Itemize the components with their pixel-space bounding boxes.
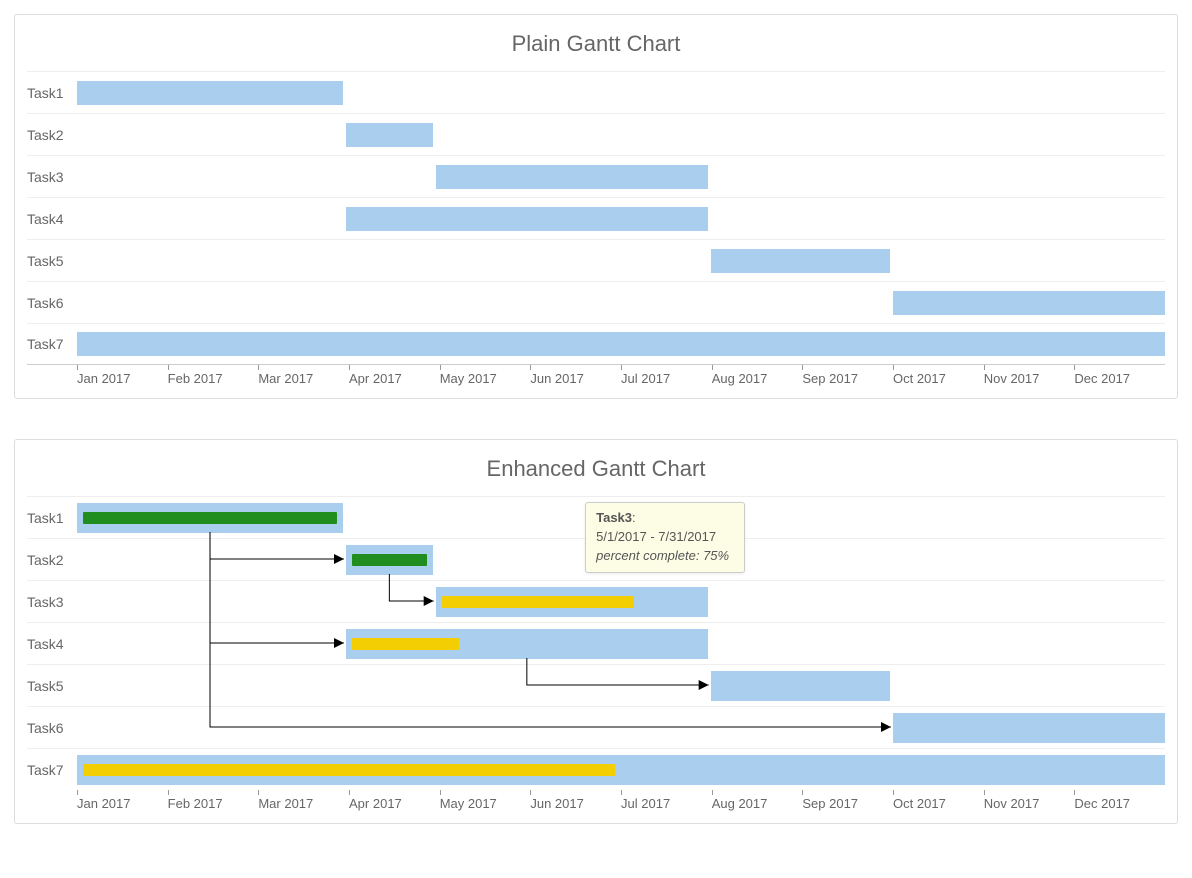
progress-bar bbox=[442, 596, 634, 608]
enhanced-gantt-panel: Enhanced Gantt Chart Task1Task2Task3Task… bbox=[14, 439, 1178, 824]
gantt-bar[interactable] bbox=[346, 123, 433, 147]
gantt-row: Task6 bbox=[27, 281, 1165, 323]
gantt-row: Task2 bbox=[27, 113, 1165, 155]
gantt-bar[interactable] bbox=[77, 81, 343, 105]
x-tick: May 2017 bbox=[440, 792, 531, 811]
progress-bar bbox=[83, 512, 337, 524]
gantt-bar[interactable] bbox=[77, 332, 1165, 356]
gantt-bar[interactable] bbox=[893, 713, 1165, 743]
x-tick: Jun 2017 bbox=[530, 367, 621, 386]
enhanced-gantt: Task1 Task2 Task3 Task4 Task5 Task6 Task7 Task3… bbox=[27, 496, 1165, 790]
x-tick: Sep 2017 bbox=[802, 367, 893, 386]
gantt-row: Task5 bbox=[27, 664, 1165, 706]
gantt-row: Task3 bbox=[27, 580, 1165, 622]
x-tick: Feb 2017 bbox=[168, 367, 259, 386]
plain-gantt-panel: Plain Gantt Chart Task1Task2Task3Task4Ta… bbox=[14, 14, 1178, 399]
progress-bar bbox=[83, 764, 615, 776]
row-label: Task3 bbox=[27, 169, 77, 185]
row-label: Task1 bbox=[27, 85, 77, 101]
row-track bbox=[77, 156, 1165, 197]
row-track bbox=[77, 282, 1165, 323]
x-tick: Aug 2017 bbox=[712, 792, 803, 811]
chart-title-enhanced: Enhanced Gantt Chart bbox=[27, 456, 1165, 482]
row-label: Task2 bbox=[27, 127, 77, 143]
gantt-bar[interactable] bbox=[436, 165, 708, 189]
row-track bbox=[77, 198, 1165, 239]
row-label: Task4 bbox=[27, 211, 77, 227]
gantt-bar[interactable] bbox=[893, 291, 1165, 315]
x-tick: Dec 2017 bbox=[1074, 367, 1165, 386]
row-track bbox=[77, 324, 1165, 364]
row-track bbox=[77, 240, 1165, 281]
row-label: Task6 bbox=[27, 295, 77, 311]
x-axis-enhanced: Jan 2017Feb 2017Mar 2017Apr 2017May 2017… bbox=[77, 792, 1165, 811]
gantt-row: Task4 bbox=[27, 622, 1165, 664]
row-track bbox=[77, 749, 1165, 790]
tooltip-range: 5/1/2017 - 7/31/2017 bbox=[596, 528, 734, 547]
gantt-bar[interactable] bbox=[711, 671, 890, 701]
gantt-row: Task6 bbox=[27, 706, 1165, 748]
row-label: Task4 bbox=[27, 636, 77, 652]
x-tick: Jul 2017 bbox=[621, 792, 712, 811]
gantt-row: Task3 bbox=[27, 155, 1165, 197]
x-tick: Oct 2017 bbox=[893, 792, 984, 811]
row-track bbox=[77, 707, 1165, 748]
gantt-bar[interactable] bbox=[711, 249, 890, 273]
gantt-row: Task7 bbox=[27, 748, 1165, 790]
row-track bbox=[77, 72, 1165, 113]
row-label: Task1 bbox=[27, 510, 77, 526]
x-tick: May 2017 bbox=[440, 367, 531, 386]
x-tick: Nov 2017 bbox=[984, 792, 1075, 811]
x-tick: Mar 2017 bbox=[258, 367, 349, 386]
plain-gantt: Task1 Task2 Task3 Task4 Task5 Task6 Task7 bbox=[27, 71, 1165, 365]
x-tick: Nov 2017 bbox=[984, 367, 1075, 386]
gantt-row: Task7 bbox=[27, 323, 1165, 365]
row-label: Task5 bbox=[27, 678, 77, 694]
gantt-row: Task5 bbox=[27, 239, 1165, 281]
x-tick: Jan 2017 bbox=[77, 792, 168, 811]
tooltip: Task3:5/1/2017 - 7/31/2017percent comple… bbox=[585, 502, 745, 573]
x-tick: Apr 2017 bbox=[349, 367, 440, 386]
row-label: Task6 bbox=[27, 720, 77, 736]
x-tick: Jan 2017 bbox=[77, 367, 168, 386]
gantt-bar[interactable] bbox=[346, 207, 708, 231]
x-tick: Oct 2017 bbox=[893, 367, 984, 386]
gantt-row: Task4 bbox=[27, 197, 1165, 239]
x-tick: Mar 2017 bbox=[258, 792, 349, 811]
x-tick: Jul 2017 bbox=[621, 367, 712, 386]
row-label: Task5 bbox=[27, 253, 77, 269]
chart-title-plain: Plain Gantt Chart bbox=[27, 31, 1165, 57]
x-tick: Feb 2017 bbox=[168, 792, 259, 811]
x-tick: Dec 2017 bbox=[1074, 792, 1165, 811]
x-tick: Jun 2017 bbox=[530, 792, 621, 811]
row-label: Task3 bbox=[27, 594, 77, 610]
x-tick: Apr 2017 bbox=[349, 792, 440, 811]
row-track bbox=[77, 114, 1165, 155]
progress-bar bbox=[352, 554, 427, 566]
gantt-row: Task1 bbox=[27, 71, 1165, 113]
progress-bar bbox=[352, 638, 459, 650]
row-track bbox=[77, 581, 1165, 622]
row-track bbox=[77, 623, 1165, 664]
x-tick: Sep 2017 bbox=[802, 792, 893, 811]
row-label: Task2 bbox=[27, 552, 77, 568]
row-track bbox=[77, 665, 1165, 706]
x-axis-plain: Jan 2017Feb 2017Mar 2017Apr 2017May 2017… bbox=[77, 367, 1165, 386]
tooltip-title: Task3 bbox=[596, 510, 632, 525]
row-label: Task7 bbox=[27, 336, 77, 352]
x-tick: Aug 2017 bbox=[712, 367, 803, 386]
tooltip-percent: percent complete: 75% bbox=[596, 547, 734, 566]
row-label: Task7 bbox=[27, 762, 77, 778]
